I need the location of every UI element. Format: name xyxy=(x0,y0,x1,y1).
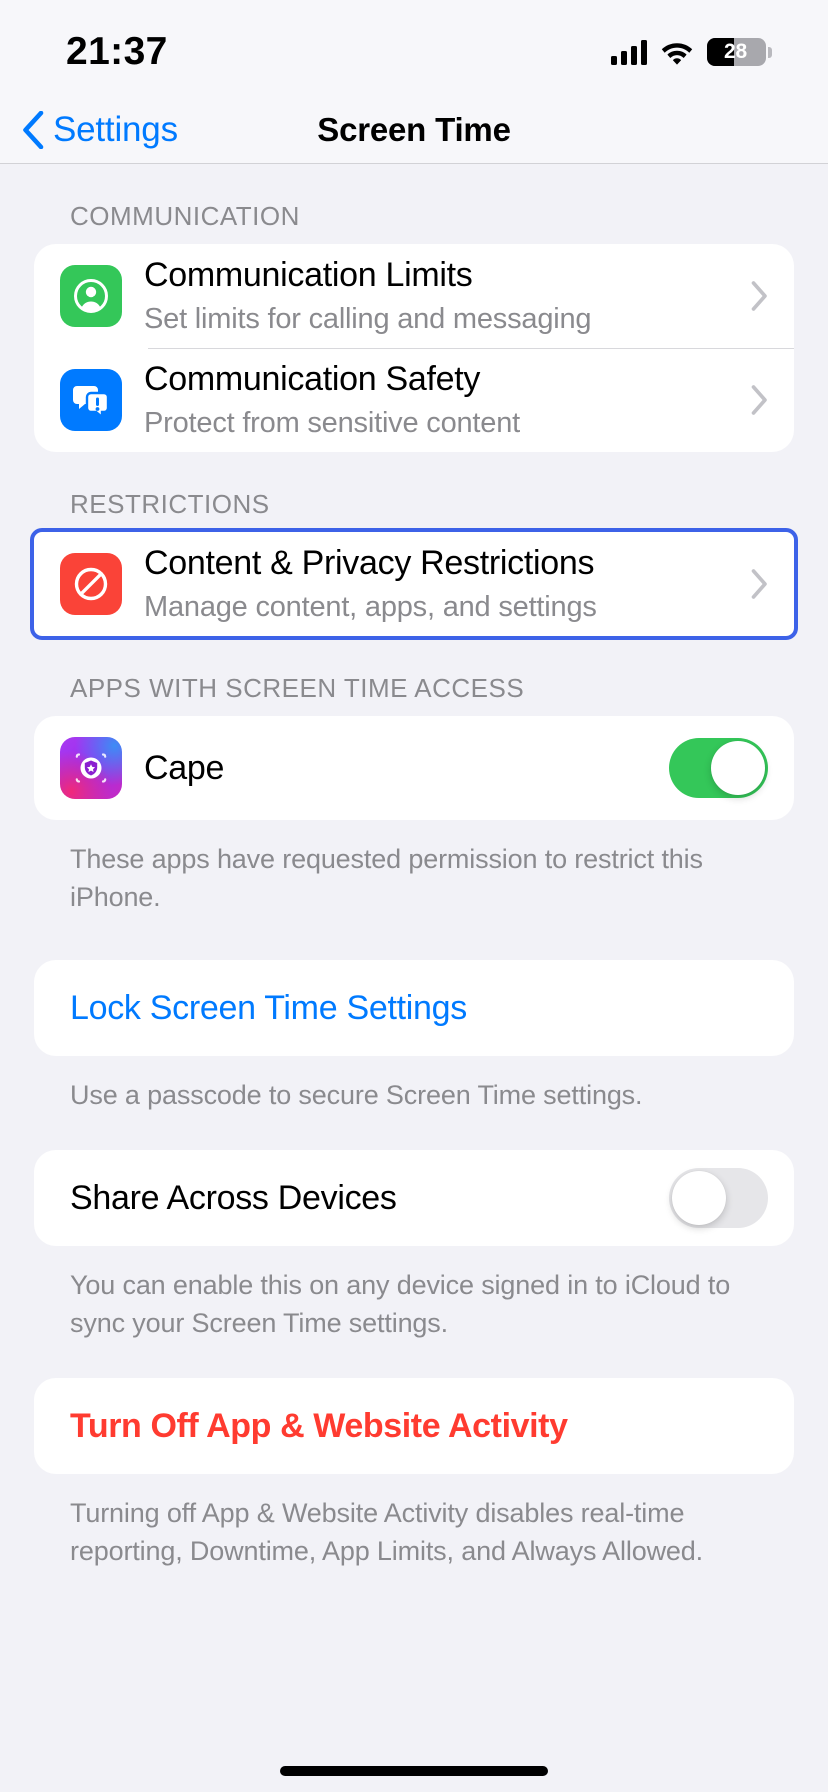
row-texts: Share Across Devices xyxy=(70,1177,669,1219)
cape-access-toggle[interactable] xyxy=(669,738,768,798)
chevron-right-icon xyxy=(751,385,767,415)
row-content-privacy-restrictions[interactable]: Content & Privacy Restrictions Manage co… xyxy=(34,532,794,636)
home-indicator[interactable] xyxy=(280,1766,548,1776)
row-communication-limits[interactable]: Communication Limits Set limits for call… xyxy=(34,244,794,348)
row-title: Communication Safety xyxy=(144,359,481,398)
status-bar: 21:37 28 xyxy=(0,0,828,96)
row-subtitle: Protect from sensitive content xyxy=(144,406,520,439)
row-communication-safety[interactable]: Communication Safety Protect from sensit… xyxy=(34,348,794,452)
row-title: Cape xyxy=(144,749,225,787)
status-bar-clock: 21:37 xyxy=(66,30,168,73)
chevron-right-icon xyxy=(751,569,767,599)
apps-access-group: Cape xyxy=(34,716,794,820)
row-subtitle: Set limits for calling and messaging xyxy=(144,302,592,335)
row-lock-screen-time-settings[interactable]: Lock Screen Time Settings xyxy=(34,960,794,1056)
cape-app-icon xyxy=(60,737,122,799)
row-turn-off-app-website-activity[interactable]: Turn Off App & Website Activity xyxy=(34,1378,794,1474)
battery-icon: 28 xyxy=(707,38,772,66)
row-texts: Cape xyxy=(144,747,669,789)
row-texts: Content & Privacy Restrictions Manage co… xyxy=(144,542,745,627)
footnote-apps-access: These apps have requested permission to … xyxy=(70,844,703,912)
chevron-right-icon xyxy=(751,281,767,311)
share-across-devices-toggle[interactable] xyxy=(669,1168,768,1228)
person-circle-icon xyxy=(60,265,122,327)
back-button[interactable]: Settings xyxy=(0,110,178,150)
row-title: Content & Privacy Restrictions xyxy=(144,543,595,582)
row-title: Turn Off App & Website Activity xyxy=(70,1407,568,1445)
share-devices-group: Share Across Devices xyxy=(34,1150,794,1246)
toggle-knob xyxy=(672,1171,726,1225)
row-title: Share Across Devices xyxy=(70,1179,397,1217)
turn-off-activity-group: Turn Off App & Website Activity xyxy=(34,1378,794,1474)
section-header-apps-access: APPS WITH SCREEN TIME ACCESS xyxy=(70,673,525,703)
row-texts: Lock Screen Time Settings xyxy=(70,987,768,1029)
section-header-restrictions: RESTRICTIONS xyxy=(70,489,270,519)
cellular-signal-icon xyxy=(611,39,647,65)
section-header-communication: COMMUNICATION xyxy=(70,201,300,231)
footnote-share-devices: You can enable this on any device signed… xyxy=(70,1270,731,1338)
row-share-across-devices[interactable]: Share Across Devices xyxy=(34,1150,794,1246)
row-texts: Turn Off App & Website Activity xyxy=(70,1405,768,1447)
settings-scroll-view[interactable]: COMMUNICATION Communication Limits Set l… xyxy=(0,164,828,1791)
restrictions-group: Content & Privacy Restrictions Manage co… xyxy=(30,528,798,640)
row-subtitle: Manage content, apps, and settings xyxy=(144,590,597,623)
chevron-left-icon xyxy=(23,110,44,149)
back-button-label: Settings xyxy=(53,109,178,149)
wifi-icon xyxy=(661,43,693,65)
footnote-lock-settings: Use a passcode to secure Screen Time set… xyxy=(70,1080,643,1110)
communication-group: Communication Limits Set limits for call… xyxy=(34,244,794,452)
no-entry-icon xyxy=(60,553,122,615)
row-cape-app[interactable]: Cape xyxy=(34,716,794,820)
footnote-turn-off-activity: Turning off App & Website Activity disab… xyxy=(70,1498,704,1566)
battery-percent-label: 28 xyxy=(724,40,747,63)
lock-settings-group: Lock Screen Time Settings xyxy=(34,960,794,1056)
row-texts: Communication Limits Set limits for call… xyxy=(144,254,745,339)
message-bubbles-warning-icon xyxy=(60,369,122,431)
toggle-knob xyxy=(711,741,765,795)
row-texts: Communication Safety Protect from sensit… xyxy=(144,358,745,443)
row-title: Lock Screen Time Settings xyxy=(70,989,467,1027)
navigation-bar: Settings Screen Time xyxy=(0,96,828,164)
row-title: Communication Limits xyxy=(144,255,473,294)
battery-cap xyxy=(768,47,772,58)
status-bar-indicators: 28 xyxy=(611,38,772,66)
